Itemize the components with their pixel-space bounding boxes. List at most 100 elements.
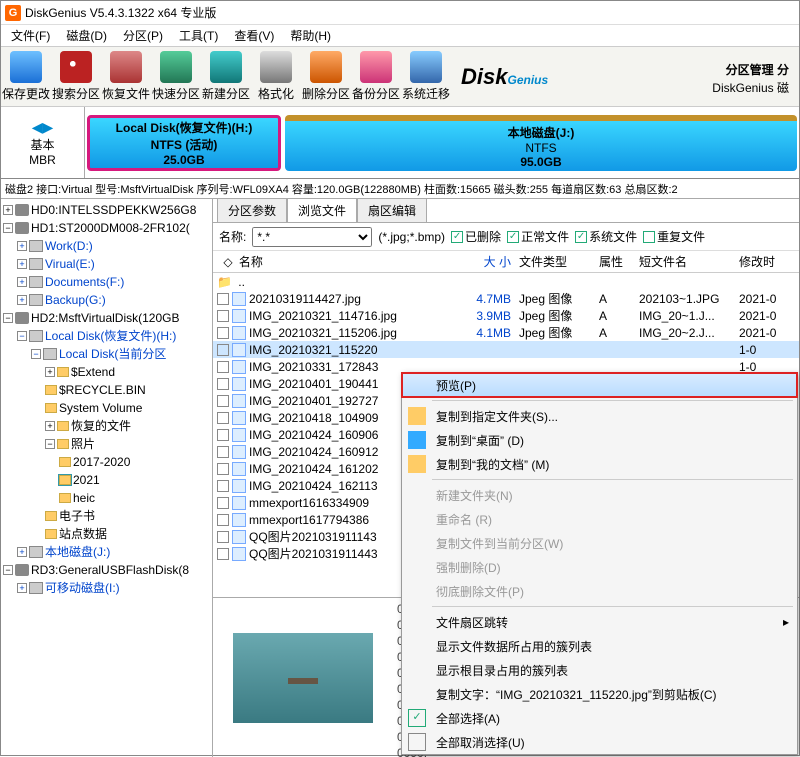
tree-panel: +HD0:INTELSSDPEKKW256G8 −HD1:ST2000DM008… (1, 199, 213, 757)
app-title: DiskGenius V5.4.3.1322 x64 专业版 (25, 4, 216, 21)
row-cb[interactable] (217, 412, 229, 424)
tree-ebook[interactable]: 电子书 (3, 507, 210, 525)
ctx-preview[interactable]: 预览(P) (402, 373, 797, 397)
file-row[interactable]: IMG_20210321_115206.jpg4.1MBJpeg 图像AIMG_… (213, 324, 799, 341)
row-cb[interactable] (217, 446, 229, 458)
tree-localdisk-h[interactable]: −Local Disk(恢复文件)(H:) (3, 327, 210, 345)
tree-recover[interactable]: +恢复的文件 (3, 417, 210, 435)
chk-repeat[interactable]: 重复文件 (643, 228, 705, 245)
tree-2021[interactable]: 2021 (3, 471, 210, 489)
tree-localdisk-j[interactable]: +本地磁盘(J:) (3, 543, 210, 561)
tree-extend[interactable]: +$Extend (3, 363, 210, 381)
up-folder-row[interactable]: 📁 .. (213, 273, 799, 290)
file-icon (232, 428, 246, 442)
ctx-copytext[interactable]: 复制文字：“IMG_20210321_115220.jpg”到剪贴板(C) (402, 682, 797, 706)
search-partition-button[interactable]: 搜索分区 (51, 48, 101, 106)
ctx-unselall[interactable]: 全部取消选择(U) (402, 730, 797, 754)
tree-localdisk-cur[interactable]: −Local Disk(当前分区 (3, 345, 210, 363)
menu-file[interactable]: 文件(F) (5, 25, 56, 46)
folder-icon (408, 407, 426, 425)
file-icon (232, 309, 246, 323)
menu-partition[interactable]: 分区(P) (117, 25, 169, 46)
menu-help[interactable]: 帮助(H) (284, 25, 337, 46)
tree-docs[interactable]: +Documents(F:) (3, 273, 210, 291)
row-cb[interactable] (217, 395, 229, 407)
row-cb[interactable] (217, 310, 229, 322)
context-menu: 预览(P) 复制到指定文件夹(S)... 复制到“桌面” (D) 复制到“我的文… (401, 372, 798, 755)
docs-icon (408, 455, 426, 473)
file-row[interactable]: 20210319114427.jpg4.7MBJpeg 图像A202103~1.… (213, 290, 799, 307)
row-cb[interactable] (217, 548, 229, 560)
filter-select[interactable]: *.* (252, 227, 372, 247)
disk-basic: ◀▶ 基本 MBR (1, 107, 85, 178)
row-cb[interactable] (217, 327, 229, 339)
migrate-button[interactable]: 系统迁移 (401, 48, 451, 106)
tree-site[interactable]: 站点数据 (3, 525, 210, 543)
tree-rd3[interactable]: −RD3:GeneralUSBFlashDisk(8 (3, 561, 210, 579)
row-cb[interactable] (217, 344, 229, 356)
ctx-copycur: 复制文件到当前分区(W) (402, 531, 797, 555)
file-icon (232, 394, 246, 408)
tree-recycle[interactable]: $RECYCLE.BIN (3, 381, 210, 399)
ctx-selall[interactable]: ✓全部选择(A) (402, 706, 797, 730)
fast-icon (160, 51, 192, 83)
partition-j[interactable]: 本地磁盘(J:) NTFS 95.0GB (285, 115, 797, 171)
ctx-showroot[interactable]: 显示根目录占用的簇列表 (402, 658, 797, 682)
row-cb[interactable] (217, 531, 229, 543)
ctx-copydocs[interactable]: 复制到“我的文档” (M) (402, 452, 797, 476)
new-icon (210, 51, 242, 83)
filter-label: 名称: (219, 228, 246, 245)
recover-button[interactable]: 恢复文件 (101, 48, 151, 106)
row-cb[interactable] (217, 361, 229, 373)
tab-sector[interactable]: 扇区编辑 (357, 199, 427, 222)
file-icon (232, 462, 246, 476)
ctx-cluster[interactable]: 文件扇区跳转▸ (402, 610, 797, 634)
file-icon (232, 326, 246, 340)
chevron-right-icon: ▸ (783, 615, 789, 629)
brand-logo: DiskGenius (461, 64, 548, 90)
ctx-copyto[interactable]: 复制到指定文件夹(S)... (402, 404, 797, 428)
chk-normal[interactable]: ✓正常文件 (507, 228, 569, 245)
ctx-copydesk[interactable]: 复制到“桌面” (D) (402, 428, 797, 452)
tree-hd2[interactable]: −HD2:MsftVirtualDisk(120GB (3, 309, 210, 327)
chk-system[interactable]: ✓系统文件 (575, 228, 637, 245)
file-row[interactable]: IMG_20210321_114716.jpg3.9MBJpeg 图像AIMG_… (213, 307, 799, 324)
tree-2017[interactable]: 2017-2020 (3, 453, 210, 471)
row-cb[interactable] (217, 378, 229, 390)
nav-arrows-icon[interactable]: ◀▶ (32, 119, 54, 136)
tab-params[interactable]: 分区参数 (217, 199, 287, 222)
desktop-icon (408, 431, 426, 449)
tree-heic[interactable]: heic (3, 489, 210, 507)
quick-partition-button[interactable]: 快速分区 (151, 48, 201, 106)
file-icon (232, 547, 246, 561)
tree-photos[interactable]: −照片 (3, 435, 210, 453)
ctx-showfile[interactable]: 显示文件数据所占用的簇列表 (402, 634, 797, 658)
menu-disk[interactable]: 磁盘(D) (60, 25, 113, 46)
menu-view[interactable]: 查看(V) (228, 25, 280, 46)
row-cb[interactable] (217, 480, 229, 492)
row-cb[interactable] (217, 293, 229, 305)
toolbar: 保存更改 搜索分区 恢复文件 快速分区 新建分区 格式化 删除分区 备份分区 系… (1, 47, 799, 107)
tree-sysvol[interactable]: System Volume (3, 399, 210, 417)
tree-hd0[interactable]: +HD0:INTELSSDPEKKW256G8 (3, 201, 210, 219)
file-row[interactable]: IMG_20210321_1152201-0 (213, 341, 799, 358)
file-icon (232, 343, 246, 357)
row-cb[interactable] (217, 497, 229, 509)
backup-button[interactable]: 备份分区 (351, 48, 401, 106)
tree-hd1[interactable]: −HD1:ST2000DM008-2FR102( (3, 219, 210, 237)
format-button[interactable]: 格式化 (251, 48, 301, 106)
tree-work[interactable]: +Work(D:) (3, 237, 210, 255)
partition-h[interactable]: Local Disk(恢复文件)(H:) NTFS (活动) 25.0GB (87, 115, 281, 171)
menu-tools[interactable]: 工具(T) (173, 25, 224, 46)
row-cb[interactable] (217, 514, 229, 526)
tree-virtual[interactable]: +Virual(E:) (3, 255, 210, 273)
new-partition-button[interactable]: 新建分区 (201, 48, 251, 106)
chk-deleted[interactable]: ✓已删除 (451, 228, 501, 245)
tree-backup[interactable]: +Backup(G:) (3, 291, 210, 309)
row-cb[interactable] (217, 429, 229, 441)
tab-browse[interactable]: 浏览文件 (287, 199, 357, 222)
save-button[interactable]: 保存更改 (1, 48, 51, 106)
tree-removable[interactable]: +可移动磁盘(I:) (3, 579, 210, 597)
delete-partition-button[interactable]: 删除分区 (301, 48, 351, 106)
row-cb[interactable] (217, 463, 229, 475)
